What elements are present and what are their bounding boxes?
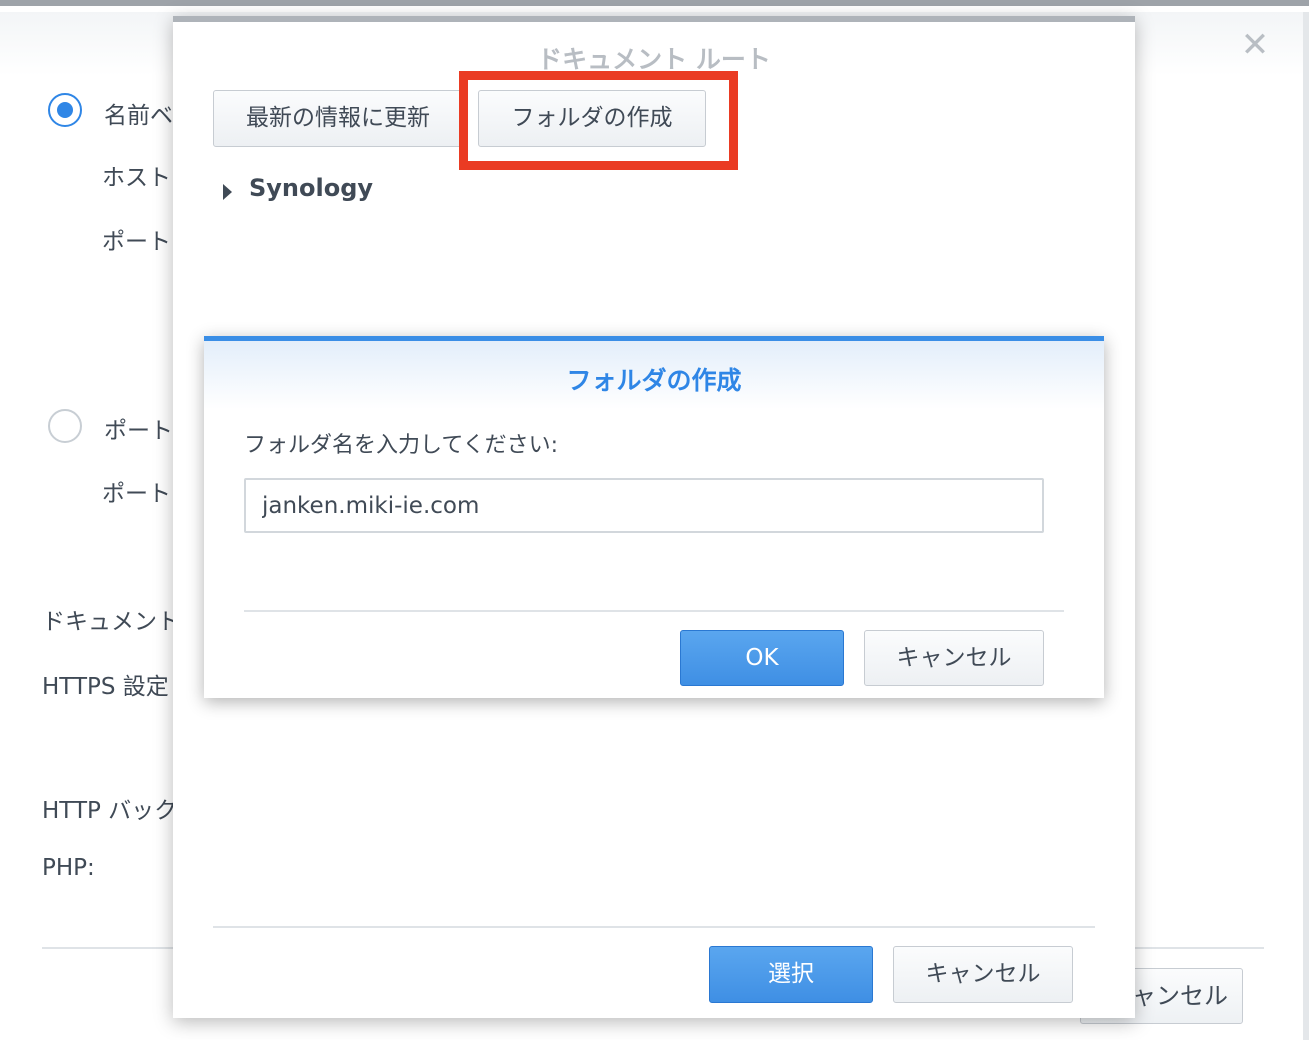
highlight-annotation xyxy=(459,71,738,170)
port-label: ポート xyxy=(102,229,171,255)
radio-name-based[interactable] xyxy=(48,93,82,127)
document-root-label: ドキュメント xyxy=(42,609,180,635)
expand-arrow-icon[interactable] xyxy=(223,184,232,200)
modal-title: フォルダの作成 xyxy=(566,366,742,395)
select-button[interactable]: 選択 xyxy=(709,946,873,1003)
refresh-button[interactable]: 最新の情報に更新 xyxy=(213,90,463,147)
scrollbar-track xyxy=(1303,12,1309,1040)
create-folder-modal: フォルダの作成 フォルダ名を入力してください: OK キャンセル xyxy=(204,336,1104,698)
modal-cancel-button[interactable]: キャンセル xyxy=(864,630,1044,686)
close-icon[interactable]: ✕ xyxy=(1238,28,1272,62)
radio-port-based-label: ポート xyxy=(104,418,173,444)
folder-name-input[interactable] xyxy=(244,478,1044,533)
radio-name-based-label: 名前ベ xyxy=(104,103,173,129)
port-label-2: ポート xyxy=(102,481,171,507)
https-settings-label: HTTPS 設定 xyxy=(42,674,169,700)
php-label: PHP: xyxy=(42,855,95,881)
tree-node-label: Synology xyxy=(249,174,374,202)
modal-footer-divider xyxy=(244,610,1064,612)
host-label: ホスト xyxy=(102,165,171,191)
dialog-footer-divider xyxy=(213,926,1095,928)
radio-port-based[interactable] xyxy=(48,409,82,443)
ok-button[interactable]: OK xyxy=(680,630,844,686)
folder-name-prompt: フォルダ名を入力してください: xyxy=(244,433,559,458)
dialog-cancel-button[interactable]: キャンセル xyxy=(893,946,1073,1003)
http-backend-label: HTTP バック xyxy=(42,798,178,824)
